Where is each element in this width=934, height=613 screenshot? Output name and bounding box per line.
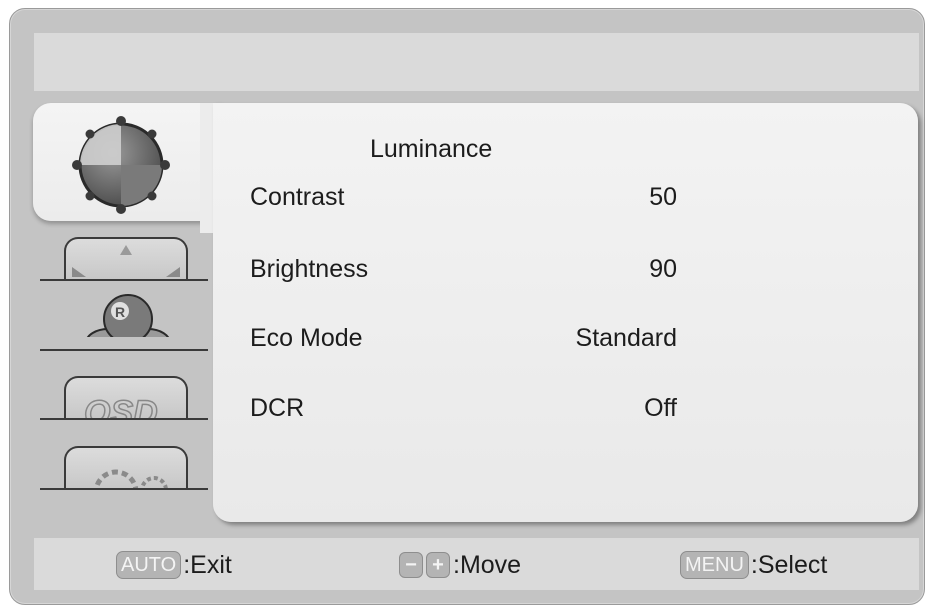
tab-divider bbox=[40, 349, 208, 351]
tab-divider bbox=[40, 488, 208, 490]
dcr-value: Off bbox=[644, 394, 677, 422]
footer-exit-hint: AUTO :Exit bbox=[116, 548, 232, 582]
tab-color-setup[interactable]: R bbox=[40, 294, 210, 351]
svg-text:R: R bbox=[115, 304, 125, 320]
image-setup-icon bbox=[64, 237, 188, 279]
menu-key[interactable]: MENU bbox=[680, 551, 749, 579]
menu-title: Luminance bbox=[370, 135, 493, 163]
brightness-label[interactable]: Brightness bbox=[250, 255, 368, 284]
contrast-label[interactable]: Contrast bbox=[250, 183, 344, 212]
svg-text:OSD: OSD bbox=[84, 394, 158, 418]
brightness-value: 90 bbox=[649, 255, 677, 283]
dcr-label[interactable]: DCR bbox=[250, 394, 304, 423]
eco-mode-value: Standard bbox=[575, 324, 677, 352]
auto-key[interactable]: AUTO bbox=[116, 551, 182, 579]
color-temperature-icon: R bbox=[86, 294, 170, 337]
footer-move-hint: − + :Move bbox=[399, 548, 521, 582]
tab-extra[interactable] bbox=[40, 442, 210, 490]
osd-settings-icon: OSD bbox=[64, 376, 188, 418]
plus-key[interactable]: + bbox=[426, 552, 450, 578]
luminance-dial-icon bbox=[72, 116, 170, 214]
contrast-value: 50 bbox=[649, 183, 677, 211]
eco-mode-label[interactable]: Eco Mode bbox=[250, 324, 363, 353]
tab-luminance[interactable] bbox=[33, 103, 223, 221]
select-label: :Select bbox=[750, 550, 828, 579]
tab-image-setup[interactable] bbox=[40, 233, 210, 281]
header-bar bbox=[34, 33, 919, 91]
tab-osd[interactable]: OSD bbox=[40, 372, 210, 420]
minus-key[interactable]: − bbox=[399, 552, 423, 578]
extra-settings-gears-icon bbox=[64, 446, 188, 488]
exit-label: :Exit bbox=[183, 550, 232, 579]
tab-divider bbox=[40, 279, 208, 281]
footer-select-hint: MENU :Select bbox=[680, 548, 827, 582]
tab-divider bbox=[40, 418, 208, 420]
move-label: :Move bbox=[453, 550, 522, 579]
menu-panel bbox=[213, 103, 918, 522]
